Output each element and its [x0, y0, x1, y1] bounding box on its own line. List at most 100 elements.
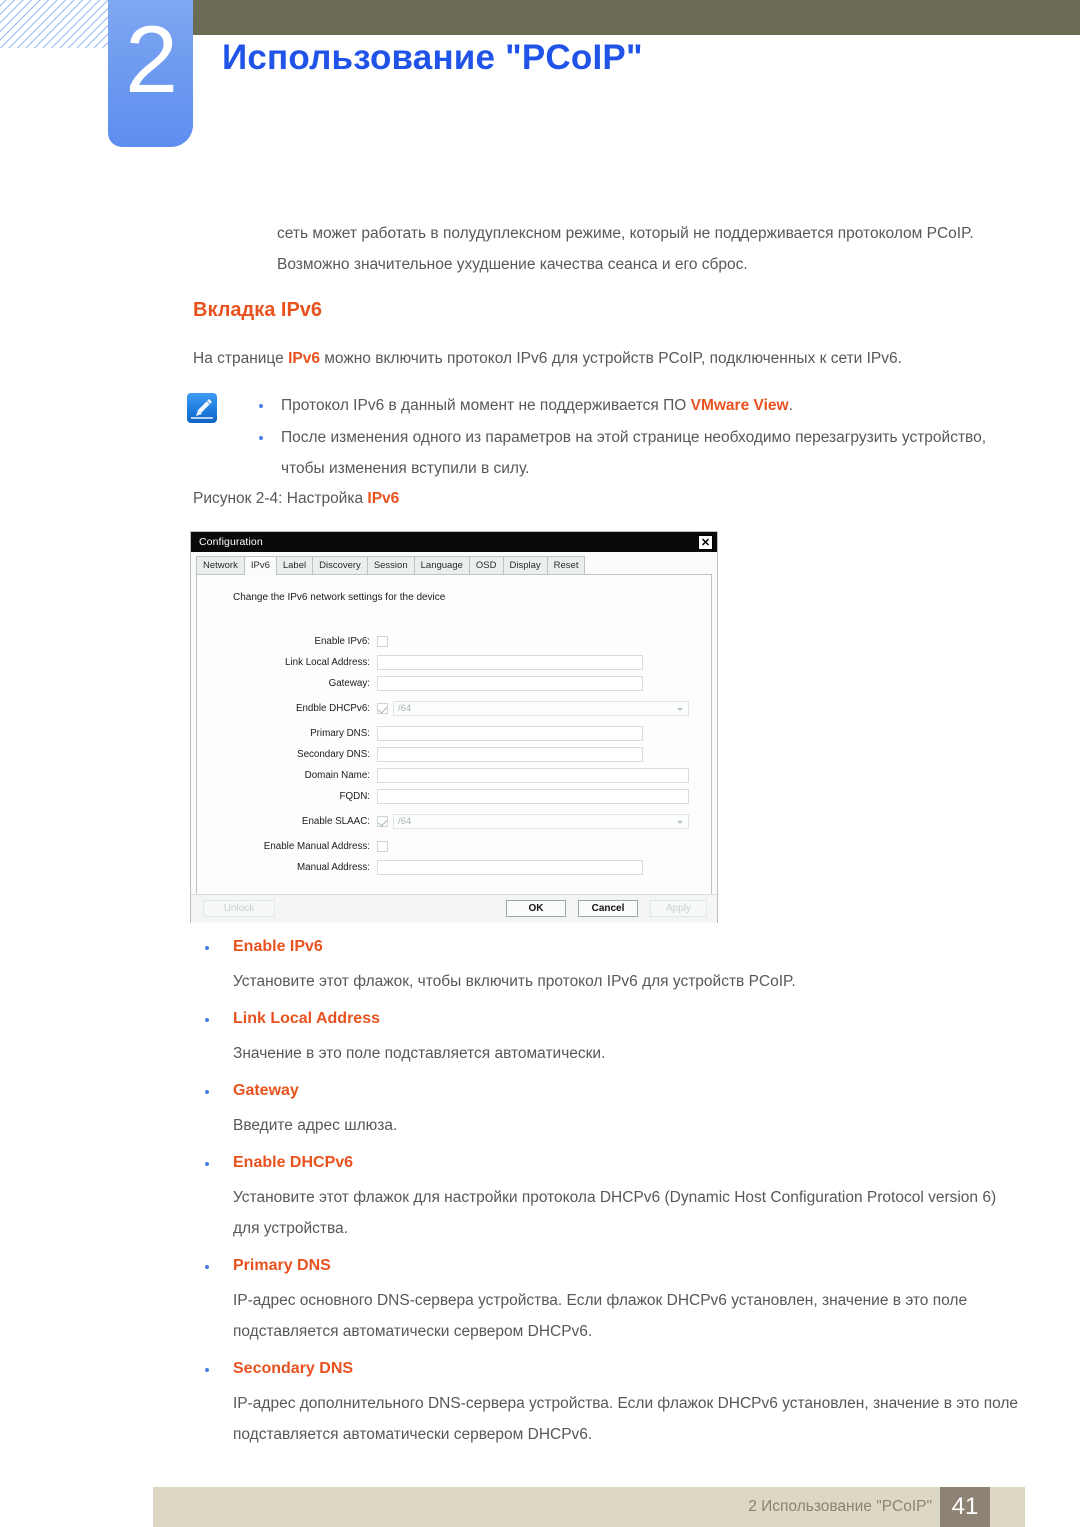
section-heading: Вкладка IPv6: [193, 299, 323, 321]
field-row-fqdn: FQDN:: [211, 786, 697, 807]
tab-display[interactable]: Display: [502, 556, 548, 574]
tab-osd[interactable]: OSD: [468, 556, 504, 574]
page-footer: 2 Использование "PCoIP" 41: [153, 1487, 1025, 1527]
input-gateway[interactable]: [377, 676, 643, 691]
decorative-hatch-pattern: [0, 0, 120, 48]
dialog-tabstrip: Network IPv6 Label Discovery Session Lan…: [196, 556, 712, 575]
close-icon[interactable]: ✕: [698, 534, 713, 550]
dialog-footer: Unlock OK Cancel Apply: [191, 894, 717, 922]
field-row-enable-dhcpv6: Endble DHCPv6: /64: [211, 698, 697, 719]
dialog-title: Configuration: [199, 536, 263, 548]
note-list-item: Протокол IPv6 в данный момент не поддерж…: [247, 390, 1027, 421]
field-row-gateway: Gateway:: [211, 673, 697, 694]
combo-dhcpv6-prefix[interactable]: /64: [393, 701, 689, 716]
label-primary-dns: Primary DNS:: [310, 728, 370, 739]
tab-language[interactable]: Language: [413, 556, 470, 574]
combo-dhcpv6-prefix-value: /64: [398, 703, 412, 714]
lead-suffix: можно включить протокол IPv6 для устройс…: [319, 350, 902, 367]
definition-description: Установите этот флажок для настройки про…: [233, 1189, 997, 1237]
chapter-number: 2: [125, 7, 178, 113]
dialog-titlebar: Configuration ✕: [191, 532, 717, 552]
ok-button[interactable]: OK: [506, 900, 566, 917]
label-gateway: Gateway:: [328, 678, 370, 689]
note-item-text: После изменения одного из параметров на …: [281, 429, 987, 477]
header-olive-bar: [193, 0, 1080, 35]
figure-caption-prefix: Рисунок 2-4: Настройка: [193, 490, 368, 507]
tab-discovery[interactable]: Discovery: [312, 556, 368, 574]
input-domain-name[interactable]: [377, 768, 689, 783]
definition-description: Значение в это поле подставляется автома…: [233, 1045, 606, 1062]
input-primary-dns[interactable]: [377, 726, 643, 741]
label-domain-name: Domain Name:: [304, 770, 370, 781]
definition-term: Secondary DNS: [193, 1354, 1023, 1384]
checkbox-enable-ipv6[interactable]: [377, 636, 388, 647]
definition-list: Enable IPv6 Установите этот флажок, чтоб…: [193, 932, 1023, 1450]
field-row-secondary-dns: Secondary DNS:: [211, 744, 697, 765]
label-manual-address: Manual Address:: [297, 862, 370, 873]
field-row-enable-slaac: Enable SLAAC: /64: [211, 811, 697, 832]
dialog-body: Network IPv6 Label Discovery Session Lan…: [191, 552, 717, 923]
field-row-manual-address: Manual Address:: [211, 857, 697, 878]
lead-prefix: На странице: [193, 350, 289, 367]
apply-button[interactable]: Apply: [650, 900, 707, 917]
definition-description: Введите адрес шлюза.: [233, 1117, 398, 1134]
definition-term: Primary DNS: [193, 1251, 1023, 1281]
label-secondary-dns: Secondary DNS:: [297, 749, 370, 760]
note-item-suffix: .: [788, 397, 793, 414]
label-enable-manual-address: Enable Manual Address:: [263, 841, 370, 852]
chapter-number-block: 2: [108, 0, 193, 147]
checkbox-enable-dhcpv6[interactable]: [377, 703, 388, 714]
note-list-item: После изменения одного из параметров на …: [247, 422, 1027, 484]
input-link-local-address[interactable]: [377, 655, 643, 670]
label-link-local-address: Link Local Address:: [285, 657, 370, 668]
definition-term: Enable IPv6: [193, 932, 1023, 962]
lead-paragraph: На странице IPv6 можно включить протокол…: [193, 344, 1023, 374]
ipv6-form: Enable IPv6: Link Local Address: Gateway…: [211, 631, 697, 878]
checkbox-enable-manual-address[interactable]: [377, 841, 388, 852]
tab-session[interactable]: Session: [366, 556, 415, 574]
definition-term: Enable DHCPv6: [193, 1148, 1023, 1178]
figure-caption: Рисунок 2-4: Настройка IPv6: [193, 490, 399, 508]
cancel-button[interactable]: Cancel: [578, 900, 638, 917]
footer-chapter-label: 2 Использование "PCoIP": [748, 1498, 932, 1515]
unlock-button[interactable]: Unlock: [203, 900, 275, 917]
definition-term: Gateway: [193, 1076, 1023, 1106]
note-item-text: Протокол IPv6 в данный момент не поддерж…: [281, 397, 691, 414]
label-fqdn: FQDN:: [339, 791, 370, 802]
input-secondary-dns[interactable]: [377, 747, 643, 762]
field-row-enable-manual-address: Enable Manual Address:: [211, 836, 697, 857]
tab-label[interactable]: Label: [275, 556, 314, 574]
label-enable-dhcpv6: Endble DHCPv6:: [295, 703, 370, 714]
note-pen-icon: [187, 393, 217, 423]
figure-caption-highlight: IPv6: [367, 490, 400, 507]
tab-network[interactable]: Network: [196, 556, 245, 574]
tab-reset[interactable]: Reset: [546, 556, 586, 574]
page-header: 2 Использование "PCoIP": [0, 0, 1080, 160]
input-fqdn[interactable]: [377, 789, 689, 804]
lead-highlight: IPv6: [288, 350, 320, 367]
tab-ipv6[interactable]: IPv6: [243, 556, 277, 575]
definition-description: IP-адрес дополнительного DNS-сервера уст…: [233, 1395, 1019, 1443]
combo-slaac-prefix[interactable]: /64: [393, 814, 689, 829]
label-enable-slaac: Enable SLAAC:: [301, 816, 370, 827]
checkbox-enable-slaac[interactable]: [377, 816, 388, 827]
input-manual-address[interactable]: [377, 860, 643, 875]
definition-description: IP-адрес основного DNS-сервера устройств…: [233, 1292, 968, 1340]
field-row-domain-name: Domain Name:: [211, 765, 697, 786]
definition-term: Link Local Address: [193, 1004, 1023, 1034]
intro-paragraph: сеть может работать в полудуплексном реж…: [277, 225, 974, 273]
label-enable-ipv6: Enable IPv6:: [314, 636, 370, 647]
field-row-enable-ipv6: Enable IPv6:: [211, 631, 697, 652]
note-list: Протокол IPv6 в данный момент не поддерж…: [247, 390, 1027, 485]
definition-description: Установите этот флажок, чтобы включить п…: [233, 973, 796, 990]
chevron-down-icon: [677, 821, 683, 824]
panel-description: Change the IPv6 network settings for the…: [233, 592, 446, 603]
page-title: Использование "PCoIP": [222, 38, 643, 77]
chevron-down-icon: [677, 708, 683, 711]
note-item-highlight: VMware View: [690, 397, 789, 414]
dialog-panel-ipv6: Change the IPv6 network settings for the…: [196, 575, 712, 897]
combo-slaac-prefix-value: /64: [398, 816, 412, 827]
configuration-dialog-screenshot: Configuration ✕ Network IPv6 Label Disco…: [190, 531, 718, 923]
field-row-primary-dns: Primary DNS:: [211, 723, 697, 744]
page-number: 41: [940, 1487, 990, 1527]
